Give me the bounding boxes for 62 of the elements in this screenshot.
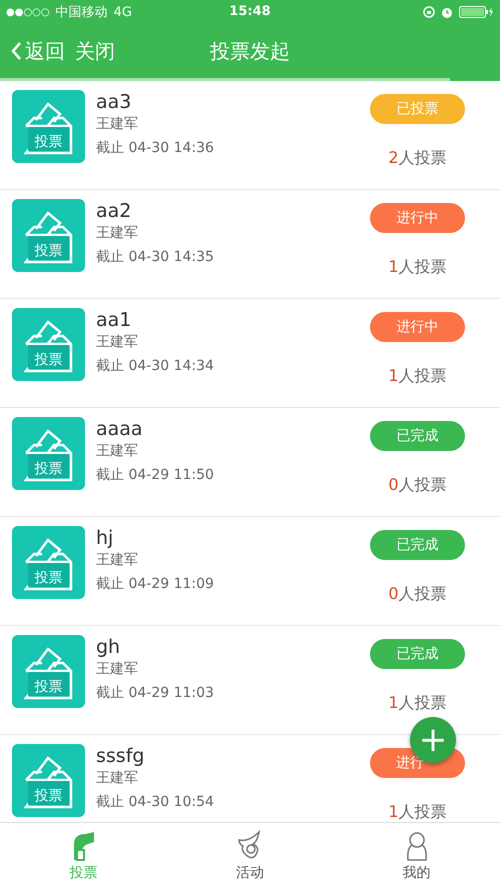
close-button[interactable]: 关闭 [75,38,115,64]
icon-label: 投票 [34,460,62,478]
icon-label: 投票 [34,351,62,369]
poll-deadline: 截止 04-29 11:09 [96,575,214,593]
poll-deadline: 截止 04-30 10:54 [96,793,214,811]
vote-count: 1人投票 [388,693,447,714]
status-badge: 已完成 [370,530,465,560]
icon-label: 投票 [34,242,62,260]
rotation-lock-icon [423,6,435,18]
poll-author: 王建军 [96,769,139,787]
poll-author: 王建军 [96,115,139,133]
tab-item[interactable]: 我的 [333,823,500,889]
poll-author: 王建军 [96,551,139,569]
alarm-icon [441,6,453,18]
vote-count: 0人投票 [388,584,447,605]
vote-count: 1人投票 [388,802,447,822]
status-badge: 已投票 [370,94,465,124]
poll-title: aaaa [96,418,144,440]
vote-count: 1人投票 [388,257,447,278]
poll-deadline: 截止 04-29 11:03 [96,684,214,702]
signal-indicator: ●●○○○ [6,6,50,18]
poll-title: hj [96,527,114,549]
tab-item[interactable]: 活动 [166,823,334,889]
carrier-name: 中国移动 [56,4,108,21]
vote-count: 0人投票 [388,475,447,496]
back-chevron-icon [10,41,23,61]
network-type: 4G [114,4,132,20]
poll-author: 王建军 [96,333,139,351]
ballot-box-icon [12,417,85,490]
page-title: 投票发起 [210,38,290,62]
poll-title: aa3 [96,91,132,113]
status-time: 15:48 [229,4,271,19]
icon-label: 投票 [34,133,62,151]
poll-author: 王建军 [96,442,139,460]
status-badge: 进行中 [370,312,465,342]
poll-deadline: 截止 04-30 14:36 [96,139,214,157]
icon-label: 投票 [34,678,62,696]
status-badge: 进行中 [370,203,465,233]
back-button[interactable]: 返回 [10,38,65,64]
poll-deadline: 截止 04-30 14:34 [96,357,214,375]
poll-author: 王建军 [96,224,139,242]
status-badge: 已完成 [370,421,465,451]
battery-icon [459,6,494,18]
ballot-box-icon [12,199,85,272]
poll-author: 王建军 [96,660,139,678]
tab-item[interactable]: 投票 [0,823,167,889]
poll-deadline: 截止 04-30 14:35 [96,248,214,266]
poll-title: aa1 [96,309,132,331]
status-badge: 已完成 [370,639,465,669]
poll-deadline: 截止 04-29 11:50 [96,466,214,484]
icon-label: 投票 [34,787,62,805]
ballot-box-icon [12,635,85,708]
ballot-box-icon [12,90,85,163]
ballot-box-icon [12,526,85,599]
poll-title: sssfg [96,745,146,767]
ballot-box-icon [12,744,85,817]
poll-title: gh [96,636,122,658]
ballot-box-icon [12,308,85,381]
poll-title: aa2 [96,200,132,222]
vote-count: 1人投票 [388,366,447,387]
icon-label: 投票 [34,569,62,587]
vote-count: 2人投票 [388,148,447,169]
